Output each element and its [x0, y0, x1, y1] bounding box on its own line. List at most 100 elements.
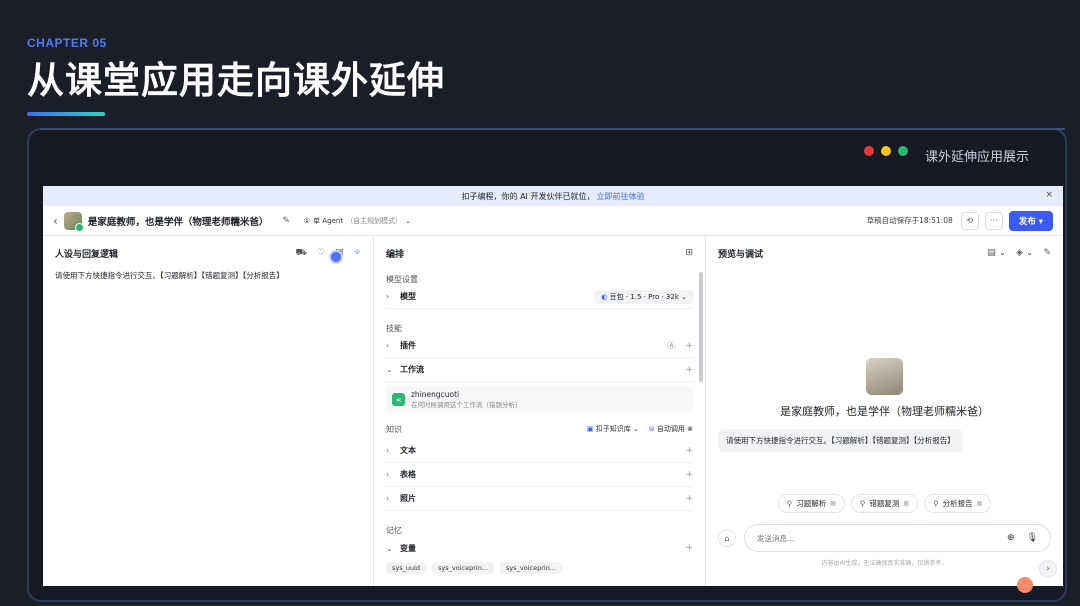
table-label: 表格 [400, 470, 416, 479]
chevron-right-icon: › [386, 341, 390, 350]
layout-icon[interactable]: ⊞ [685, 248, 693, 258]
text-label: 文本 [400, 446, 416, 455]
banner-link[interactable]: 立即前往体验 [596, 191, 644, 202]
quick-command-button[interactable]: ⚲ 分析报告 ▦ [924, 494, 992, 513]
photo-row[interactable]: › 照片 + [386, 487, 693, 511]
model-value: 豆包 · 1.5 · Pro · 32k [609, 292, 679, 301]
plugin-label: 插件 [400, 341, 416, 350]
assistant-float-icon[interactable] [1017, 577, 1033, 593]
yellow-dot-icon [881, 146, 891, 156]
add-icon[interactable]: + [685, 543, 693, 553]
debug-icon[interactable]: ◈ ⌄ [1016, 248, 1033, 258]
text-row[interactable]: › 文本 + [386, 439, 693, 463]
model-section-label: 模型设置 [386, 275, 418, 284]
photo-label: 照片 [400, 494, 416, 503]
sparkle-icon[interactable]: ✧ [353, 248, 361, 258]
publish-button[interactable]: 发布 ▾ [1008, 210, 1053, 231]
kb-icon: ▣ [586, 425, 594, 433]
chat-input-row: ⌂ ⊕ 🎙 [718, 524, 1051, 552]
chevron-down-icon: ⌄ [405, 216, 411, 225]
ai-disclaimer: 内容由AI生成，无法确保真实准确，仅供参考。 [821, 560, 948, 567]
command-icon: ⚲ [933, 499, 939, 508]
preview-pane-title: 预览与调试 [718, 249, 764, 260]
agent-mode-sub: （自主规划模式） [346, 216, 403, 225]
quick-commands: ⚲ 习题解析 ▦ ⚲ 错题复测 ▦ ⚲ 分析报告 ▦ [706, 494, 1063, 513]
bot-avatar [63, 211, 84, 232]
workflow-row[interactable]: ⌄ 工作流 + [386, 358, 693, 382]
model-row[interactable]: › 模型 ◐ 豆包 · 1.5 · Pro · 32k ⌄ [386, 285, 693, 309]
model-select[interactable]: ◐ 豆包 · 1.5 · Pro · 32k ⌄ [595, 289, 693, 304]
add-icon[interactable]: + [685, 341, 693, 351]
workflow-card[interactable]: ⋖ zhinengcuoti 在何时候调用这个工作流（错题分析） [386, 386, 693, 413]
chevron-right-icon: › [386, 470, 390, 479]
chapter-label: CHAPTER 05 [27, 36, 107, 50]
preview-pane: 预览与调试 ▤ ⌄ ◈ ⌄ ✎ 是家庭教师，也是学伴（物理老师糯米爸） 请使用下… [706, 236, 1063, 586]
workflow-icon: ⋖ [392, 393, 405, 406]
kb-select[interactable]: ▣ 扣子知识库 ⌄ [587, 424, 639, 434]
more-icon[interactable]: ··· [984, 211, 1003, 230]
auto-call-toggle[interactable]: ⊜ 自动调用 ⊗ [649, 424, 693, 434]
window-dots [864, 146, 908, 156]
chevron-right-icon: › [386, 494, 390, 503]
variable-label: 变量 [400, 543, 416, 553]
add-circle-icon[interactable]: ⊕ [1007, 533, 1015, 543]
quick-command-label: 错题复测 [869, 499, 900, 508]
auto-icon[interactable]: Ⓐ [667, 340, 675, 351]
variable-tag[interactable]: sys_voiceprin... [500, 562, 563, 574]
add-icon[interactable]: + [685, 494, 693, 504]
keyboard-icon: ▦ [830, 500, 836, 507]
bulb-icon[interactable]: ♡ [317, 248, 325, 258]
autosave-status: 草稿自动保存于18:51:08 [866, 216, 953, 225]
keyboard-icon: ▦ [903, 500, 910, 507]
optimize-icon[interactable]: ⛟ [296, 248, 307, 259]
agent-mode-select[interactable]: ① 单 Agent （自主规划模式） ⌄ [298, 214, 417, 228]
main-panes: 人设与回复逻辑 ⛟ ♡ ▣ ✧ 请使用下方快捷指令进行交互。【习题解析】【错题复… [43, 236, 1063, 586]
bot-name: 是家庭教师，也是学伴（物理老师糯米爸） [87, 216, 269, 228]
auto-call-icon: ⊜ [648, 425, 655, 433]
chat-input[interactable] [757, 533, 996, 543]
banner-text: 扣子编程，你的 AI 开发伙伴已就位， [461, 191, 595, 201]
variable-row[interactable]: ⌄ 变量 + [386, 536, 693, 560]
table-row[interactable]: › 表格 + [386, 463, 693, 487]
title-underline [27, 112, 105, 116]
chevron-down-icon: ⌄ [386, 543, 393, 553]
quick-command-button[interactable]: ⚲ 习题解析 ▦ [777, 494, 845, 513]
add-icon[interactable]: + [685, 365, 693, 375]
green-dot-icon [898, 146, 908, 156]
clear-context-icon[interactable]: ⌂ [718, 529, 736, 547]
chevron-right-icon: › [386, 446, 390, 455]
keyboard-icon: ▦ [976, 500, 983, 507]
variable-tag[interactable]: sys_voiceprin... [432, 562, 495, 574]
memory-section-label: 记忆 [386, 526, 402, 535]
history-icon[interactable]: ⟲ [960, 211, 979, 230]
preview-intro: 是家庭教师，也是学伴（物理老师糯米爸） 请使用下方快捷指令进行交互。【习题解析】… [718, 358, 1051, 452]
kb-select-label: 扣子知识库 [595, 425, 631, 433]
close-icon[interactable]: × [1045, 190, 1053, 200]
doubao-icon: ◐ [601, 292, 608, 301]
promo-banner: 扣子编程，你的 AI 开发伙伴已就位， 立即前往体验 × [43, 186, 1063, 206]
back-icon[interactable]: ‹ [53, 214, 58, 228]
workflow-name: zhinengcuoti [411, 390, 460, 399]
knowledge-section-label: 知识 [386, 424, 402, 434]
orchestration-pane-title: 编排 [386, 249, 405, 260]
edit-icon[interactable]: ✎ [282, 216, 290, 226]
microphone-icon[interactable]: 🎙 [1027, 533, 1038, 543]
command-icon: ⚲ [859, 499, 866, 508]
add-icon[interactable]: + [685, 446, 693, 456]
quick-command-label: 习题解析 [796, 499, 827, 508]
variable-tag[interactable]: sys_uuid [386, 562, 427, 574]
slide-title: 从课堂应用走向课外延伸 [27, 59, 445, 102]
scrollbar[interactable] [699, 272, 703, 382]
add-icon[interactable]: + [685, 470, 693, 480]
orchestration-pane: 编排 ⊞ 模型设置 › 模型 ◐ 豆包 · 1.5 · Pro · 32k ⌄ … [374, 236, 706, 586]
knowledge-header: 知识 ▣ 扣子知识库 ⌄ ⊜ 自动调用 ⊗ [386, 419, 693, 439]
quick-command-button[interactable]: ⚲ 错题复测 ▦ [850, 494, 919, 513]
display-mode-icon[interactable]: ▤ ⌄ [987, 248, 1006, 258]
command-icon: ⚲ [786, 499, 793, 508]
chevron-right-icon[interactable]: › [1039, 560, 1057, 578]
persona-pane: 人设与回复逻辑 ⛟ ♡ ▣ ✧ 请使用下方快捷指令进行交互。【习题解析】【错题复… [43, 236, 374, 586]
persona-prompt[interactable]: 请使用下方快捷指令进行交互。【习题解析】【错题复测】【分析报告】 [55, 270, 361, 281]
frame-top-border [40, 128, 1065, 130]
clear-icon[interactable]: ✎ [1043, 248, 1051, 258]
plugin-row[interactable]: › 插件 Ⓐ + [386, 334, 693, 358]
